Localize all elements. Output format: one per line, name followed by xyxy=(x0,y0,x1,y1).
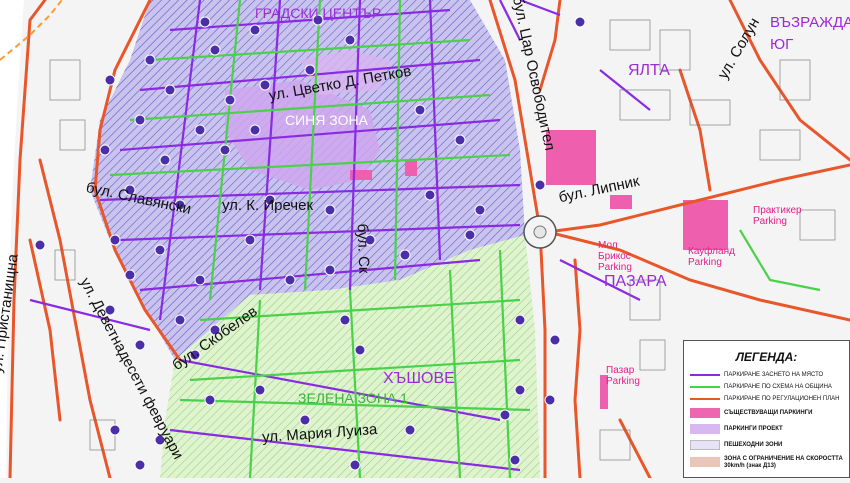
legend-line-swatch xyxy=(690,374,720,376)
legend-text: ПАРКИНГИ ПРОЕКТ xyxy=(724,426,783,432)
district-label: ЯЛТА xyxy=(628,62,670,79)
legend-line-swatch xyxy=(690,398,720,400)
city-map[interactable]: ул. Пристанищна ул. Деветнадесети февруа… xyxy=(0,0,850,480)
parking-label: Мол Брикос Parking xyxy=(598,240,632,273)
street-label: бул. Ск xyxy=(353,223,373,274)
legend-item: ПАРКИРАНЕ ЗАСНЕТО НА МЯСТО xyxy=(684,369,849,381)
zone-label: ЗЕЛЕНА ЗОНА 1 xyxy=(298,390,408,406)
legend-text: ПАРКИРАНЕ ЗАСНЕТО НА МЯСТО xyxy=(724,372,824,378)
legend-text: СЪЩЕСТВУВАЩИ ПАРКИНГИ xyxy=(724,410,813,416)
legend-text: ПАРКИРАНЕ ПО СХЕМА НА ОБЩИНА xyxy=(724,384,832,390)
zone-label: СИНЯ ЗОНА xyxy=(285,112,368,128)
legend-item: ПАРКИРАНЕ ПО РЕГУЛАЦИОНЕН ПЛАН xyxy=(684,393,849,405)
parking-label: Пазар Parking xyxy=(606,365,640,387)
legend-text: ЗОНА С ОГРАНИЧЕНИЕ НА СКОРОСТТА 30km/h (… xyxy=(724,456,843,469)
legend-item: ПАРКИНГИ ПРОЕКТ xyxy=(684,423,849,435)
parking-lot[interactable] xyxy=(683,200,728,250)
district-label: ХЪШОВЕ xyxy=(383,370,455,387)
district-label: ГРАДСКИ ЦЕНТЪР xyxy=(255,5,382,21)
legend-text: ПАРКИРАНЕ ПО РЕГУЛАЦИОНЕН ПЛАН xyxy=(724,396,840,402)
legend-fill-swatch xyxy=(690,457,720,467)
legend-fill-swatch xyxy=(690,440,720,450)
legend-item: СЪЩЕСТВУВАЩИ ПАРКИНГИ xyxy=(684,407,849,419)
legend-text: ПЕШЕХОДНИ ЗОНИ xyxy=(724,442,783,448)
legend-fill-swatch xyxy=(690,424,720,434)
parking-label: Практикер Parking xyxy=(753,205,802,227)
legend-fill-swatch xyxy=(690,408,720,418)
district-label: ВЪЗРАЖДАНЕ ЮГ xyxy=(770,14,850,53)
legend-title: ЛЕГЕНДА: xyxy=(735,350,798,364)
street-label: ул. К. Иречек xyxy=(222,197,314,214)
legend-line-swatch xyxy=(690,386,720,388)
parking-label: Кауфланд Parking xyxy=(688,246,735,268)
legend-item: ПЕШЕХОДНИ ЗОНИ xyxy=(684,439,849,451)
legend-item: ПАРКИРАНЕ ПО СХЕМА НА ОБЩИНА xyxy=(684,381,849,393)
legend-item: ЗОНА С ОГРАНИЧЕНИЕ НА СКОРОСТТА 30km/h (… xyxy=(684,455,849,473)
map-legend: ЛЕГЕНДА: ПАРКИРАНЕ ЗАСНЕТО НА МЯСТО ПАРК… xyxy=(683,340,850,478)
district-label: ПАЗАРА xyxy=(604,273,667,290)
